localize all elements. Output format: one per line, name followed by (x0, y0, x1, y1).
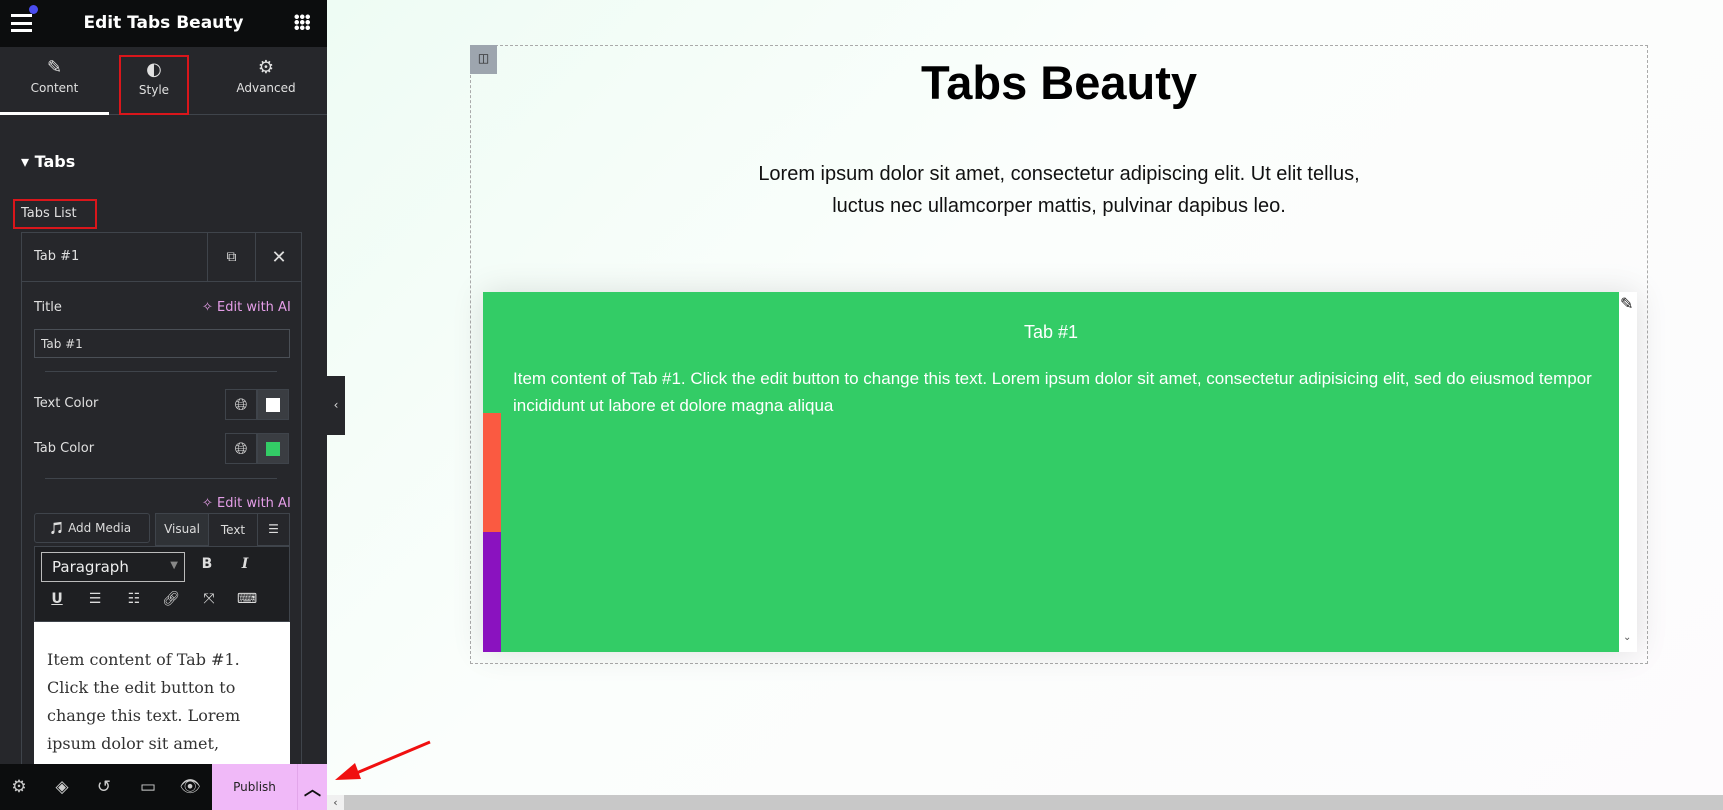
global-colors-button[interactable]: 🌐︎ (225, 433, 257, 464)
database-icon[interactable]: ☰ (257, 513, 290, 546)
page-heading: Tabs Beauty (921, 56, 1197, 109)
panel-tabs: ✎ Content ◐ Style ⚙ Advanced (0, 47, 327, 115)
section-toggle-tabs[interactable]: ▾ Tabs (21, 152, 75, 171)
tab-content: Item content of Tab #1. Click the edit b… (513, 369, 1592, 415)
keyboard-icon[interactable]: ⌨ (232, 591, 262, 607)
title-label: Title (34, 300, 62, 315)
horizontal-scrollbar[interactable]: ‹ (327, 795, 1723, 810)
text-color-label: Text Color (34, 396, 99, 411)
global-colors-button[interactable]: 🌐︎ (225, 389, 257, 420)
tab-title[interactable]: Tab #1 (483, 322, 1619, 343)
apps-grid-icon[interactable] (294, 14, 310, 30)
button-label: Add Media (68, 521, 132, 535)
scroll-left-icon[interactable]: ‹ (327, 795, 344, 810)
close-icon[interactable]: ✕ (255, 233, 302, 282)
content-editor[interactable]: Item content of Tab #1. Click the edit b… (34, 622, 290, 764)
link-label: Edit with AI (217, 496, 291, 511)
editor-panel: Edit Tabs Beauty ✎ Content ◐ Style ⚙ Advanc… (0, 0, 327, 810)
color-swatch (266, 441, 280, 456)
italic-icon[interactable]: I (230, 556, 260, 572)
panel-header: Edit Tabs Beauty (0, 0, 327, 47)
underline-icon[interactable]: U (42, 591, 72, 607)
dropdown-arrow-icon: ▼ (170, 560, 178, 571)
panel-title: Edit Tabs Beauty (83, 13, 244, 33)
intro-line: Lorem ipsum dolor sit amet, consectetur … (758, 163, 1360, 185)
tab-panel (483, 292, 1619, 652)
editor-text: Item content of Tab #1. Click the edit b… (47, 650, 241, 753)
tab-style[interactable]: ◐ Style (119, 55, 189, 115)
divider (45, 478, 277, 479)
tab-content[interactable]: ✎ Content (0, 47, 109, 115)
link-label: Edit with AI (217, 300, 291, 315)
preview-canvas: ‹ ◫ Tabs Beauty Lorem ipsum dolor sit am… (327, 0, 1723, 795)
preview-eye-icon[interactable]: 👁︎ (170, 764, 210, 810)
fullscreen-icon[interactable]: ⤧ (194, 591, 224, 607)
visual-tab[interactable]: Visual (155, 513, 209, 546)
chevron-up-icon[interactable]: ︿ (297, 764, 327, 810)
duplicate-icon[interactable]: ⧉ (207, 233, 255, 282)
text-color-picker[interactable] (257, 389, 289, 420)
link-icon[interactable]: 🔗︎ (156, 591, 186, 607)
tab-advanced[interactable]: ⚙ Advanced (218, 47, 314, 115)
text-tab[interactable]: Text (209, 513, 257, 546)
tab-2-indicator[interactable] (483, 413, 501, 532)
annotation-arrow (335, 740, 431, 780)
intro-text: Lorem ipsum dolor sit amet, consectetur … (470, 158, 1648, 222)
intro-line: luctus nec ullamcorper mattis, pulvinar … (832, 195, 1286, 217)
panel-collapse-handle[interactable]: ‹ (327, 376, 345, 435)
title-input[interactable] (34, 329, 290, 358)
scroll-down-icon[interactable]: ⌄ (1623, 632, 1631, 643)
tab-label: Content (30, 81, 79, 95)
divider (45, 371, 277, 372)
tab-color-picker[interactable] (257, 433, 289, 464)
media-icon: 🎵︎ (49, 521, 65, 535)
responsive-mode-icon[interactable]: ▭ (128, 764, 168, 810)
tab-3-indicator[interactable] (483, 532, 501, 652)
half-circle-icon: ◐ (146, 59, 162, 80)
tab-label: Advanced (236, 81, 296, 95)
tabs-widget: Tab #1 Item content of Tab #1. Click the… (483, 292, 1637, 652)
publish-button[interactable]: Publish (212, 764, 297, 810)
tab-color-label: Tab Color (34, 441, 95, 456)
edit-with-ai-link[interactable]: ✧ Edit with AI (202, 300, 291, 315)
select-value: Paragraph (52, 558, 129, 576)
pencil-icon: ✎ (46, 57, 63, 78)
repeater-item-header[interactable]: Tab #1 ⧉ ✕ (22, 233, 301, 282)
section-title: Tabs (34, 152, 76, 171)
bullet-list-icon[interactable]: ☰ (80, 591, 110, 607)
tab-label: Style (138, 83, 170, 97)
edit-widget-pencil-icon[interactable]: ✎ (1620, 294, 1633, 313)
bold-icon[interactable]: B (192, 556, 222, 572)
add-media-button[interactable]: 🎵︎ Add Media (34, 513, 150, 543)
gear-icon: ⚙ (257, 57, 275, 78)
edit-with-ai-link[interactable]: ✧ Edit with AI (202, 496, 291, 511)
format-select[interactable]: Paragraph ▼ (41, 552, 185, 582)
tabs-list-label: Tabs List (13, 199, 97, 229)
numbered-list-icon[interactable]: ☷ (119, 591, 149, 607)
repeater-item-title: Tab #1 (34, 249, 80, 264)
settings-icon[interactable]: ⚙ (0, 764, 38, 810)
color-swatch (266, 397, 280, 412)
history-icon[interactable]: ↺ (85, 764, 123, 810)
navigator-layers-icon[interactable]: ◈ (43, 764, 81, 810)
